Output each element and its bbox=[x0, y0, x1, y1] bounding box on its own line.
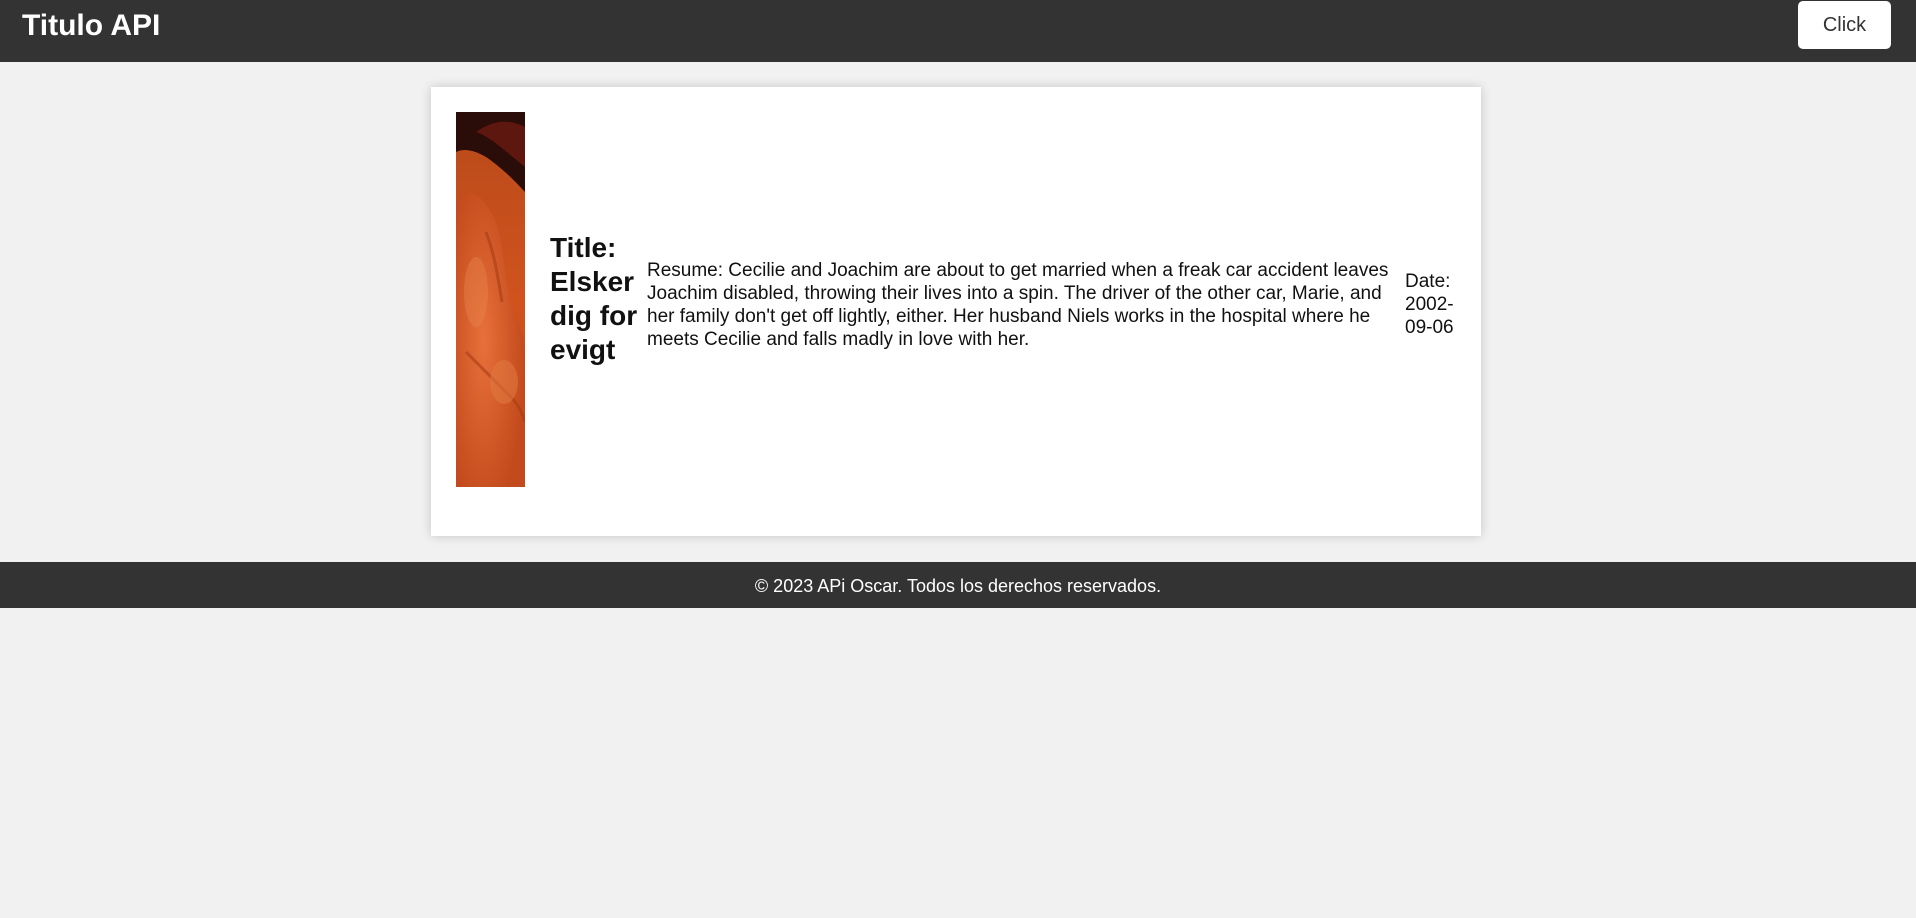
footer: © 2023 APi Oscar. Todos los derechos res… bbox=[0, 562, 1916, 608]
movie-card: Title: Elsker dig for evigt Resume: Ceci… bbox=[431, 87, 1481, 536]
movie-title: Title: Elsker dig for evigt bbox=[550, 232, 638, 365]
click-button[interactable]: Click bbox=[1798, 1, 1891, 49]
site-title: Titulo API bbox=[22, 9, 161, 42]
movie-date: Date: 2002-09-06 bbox=[1405, 271, 1454, 338]
top-navbar: Titulo API Click bbox=[0, 0, 1916, 62]
movie-resume: Resume: Cecilie and Joachim are about to… bbox=[647, 260, 1389, 350]
movie-poster-image bbox=[456, 112, 525, 487]
footer-copyright: © 2023 APi Oscar. Todos los derechos res… bbox=[754, 576, 1162, 596]
